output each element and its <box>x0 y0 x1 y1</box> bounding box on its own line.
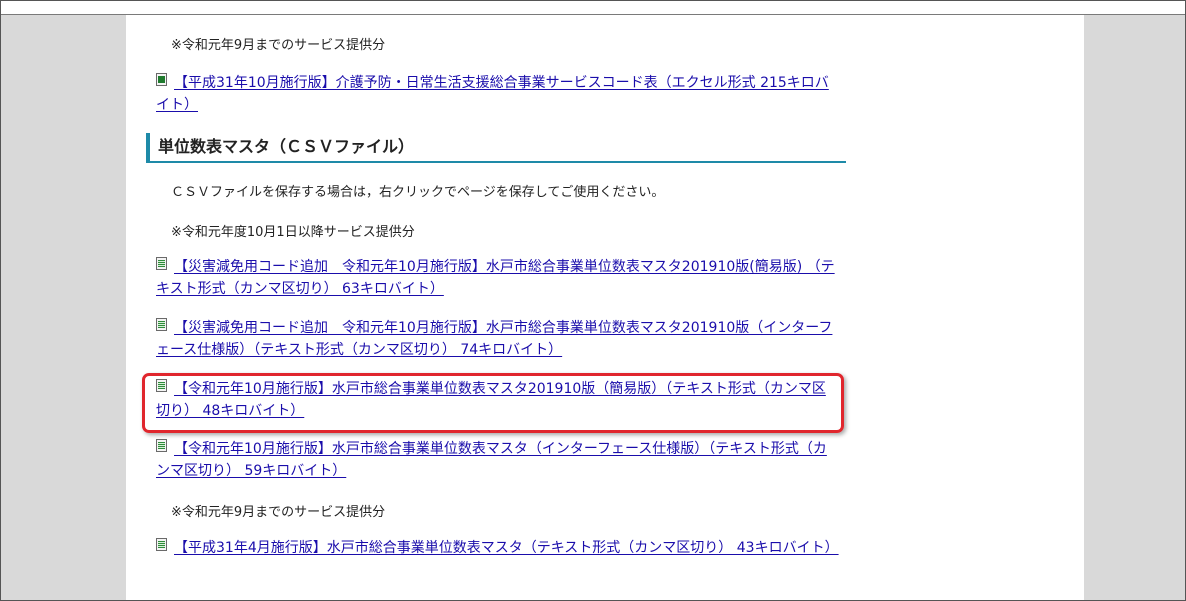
excel-code-table-link-item[interactable]: 【平成31年10月施行版】介護予防・日常生活支援総合事業サービスコード表（エクセ… <box>156 72 836 116</box>
disaster-interface-link-item[interactable]: 【災害減免用コード追加 令和元年10月施行版】水戸市総合事業単位数表マスタ201… <box>156 317 836 361</box>
excel-code-table-link[interactable]: 【平成31年10月施行版】介護予防・日常生活支援総合事業サービスコード表（エクセ… <box>156 72 836 116</box>
r1-oct-interface-link[interactable]: 【令和元年10月施行版】水戸市総合事業単位数表マスタ（インターフェース仕様版）（… <box>156 438 836 482</box>
csv-save-instruction: ＣＳＶファイルを保存する場合は，右クリックでページを保存してご使用ください。 <box>171 185 665 200</box>
service-period-note-from-oct: ※令和元年度10月1日以降サービス提供分 <box>171 225 415 240</box>
r1-oct-interface-link-item[interactable]: 【令和元年10月施行版】水戸市総合事業単位数表マスタ（インターフェース仕様版）（… <box>156 438 836 482</box>
service-period-note-top: ※令和元年9月までのサービス提供分 <box>171 38 386 53</box>
disaster-simple-link-item[interactable]: 【災害減免用コード追加 令和元年10月施行版】水戸市総合事業単位数表マスタ201… <box>156 256 836 300</box>
r1-oct-simple-link-item[interactable]: 【令和元年10月施行版】水戸市総合事業単位数表マスタ201910版（簡易版）（テ… <box>156 378 836 422</box>
text-file-icon <box>156 379 167 392</box>
top-bar <box>1 1 1185 15</box>
text-file-icon <box>156 257 167 270</box>
section-heading-csv-master: 単位数表マスタ（ＣＳＶファイル） <box>146 133 846 163</box>
page-content: ※令和元年9月までのサービス提供分 【平成31年10月施行版】介護予防・日常生活… <box>126 15 1084 600</box>
h31-apr-link-item[interactable]: 【平成31年4月施行版】水戸市総合事業単位数表マスタ（テキスト形式（カンマ区切り… <box>156 537 839 559</box>
excel-file-icon <box>156 73 167 86</box>
text-file-icon <box>156 318 167 331</box>
screenshot-frame: ※令和元年9月までのサービス提供分 【平成31年10月施行版】介護予防・日常生活… <box>0 0 1186 601</box>
h31-apr-link[interactable]: 【平成31年4月施行版】水戸市総合事業単位数表マスタ（テキスト形式（カンマ区切り… <box>156 537 839 559</box>
disaster-interface-link[interactable]: 【災害減免用コード追加 令和元年10月施行版】水戸市総合事業単位数表マスタ201… <box>156 317 836 361</box>
r1-oct-simple-link[interactable]: 【令和元年10月施行版】水戸市総合事業単位数表マスタ201910版（簡易版）（テ… <box>156 378 836 422</box>
disaster-simple-link[interactable]: 【災害減免用コード追加 令和元年10月施行版】水戸市総合事業単位数表マスタ201… <box>156 256 836 300</box>
service-period-note-until-sep: ※令和元年9月までのサービス提供分 <box>171 505 386 520</box>
text-file-icon <box>156 538 167 551</box>
text-file-icon <box>156 439 167 452</box>
